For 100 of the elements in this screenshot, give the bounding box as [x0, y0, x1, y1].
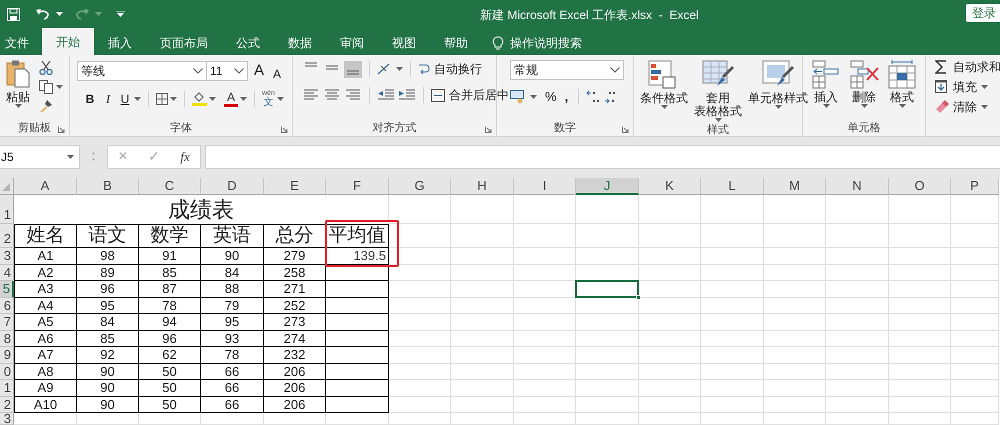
scissors-icon[interactable] — [39, 61, 53, 75]
caret-icon[interactable] — [56, 85, 63, 89]
fill-color-icon[interactable] — [192, 91, 207, 106]
row-header[interactable]: 4 — [0, 265, 14, 281]
caret-icon[interactable] — [822, 104, 830, 108]
merge-center-button[interactable]: 合并后居中 — [431, 86, 509, 104]
empty-cell[interactable] — [326, 298, 389, 314]
font-color-button[interactable]: A — [224, 90, 238, 106]
grow-font-button[interactable]: A — [254, 60, 268, 82]
row-header[interactable]: 5 — [0, 281, 14, 298]
editing-button[interactable]: 清除 — [935, 99, 1000, 115]
ribbon-tab[interactable]: 公式 — [222, 31, 274, 55]
cells-button[interactable]: 插入 — [809, 60, 843, 120]
font-size-dropdown[interactable]: 11 — [207, 61, 248, 82]
empty-cell[interactable] — [326, 364, 389, 380]
column-header[interactable]: L — [701, 178, 764, 195]
column-header[interactable]: I — [514, 178, 576, 195]
lightbulb-icon[interactable] — [492, 36, 504, 50]
caret-icon[interactable] — [898, 104, 906, 108]
bottom-align-icon[interactable] — [344, 60, 362, 78]
dialog-launcher-icon[interactable] — [485, 126, 492, 133]
bold-button[interactable]: B — [82, 90, 98, 108]
caret-icon[interactable] — [240, 96, 247, 100]
caret-icon[interactable] — [209, 96, 216, 100]
undo-icon[interactable] — [36, 8, 50, 20]
increase-decimal-icon[interactable] — [586, 90, 600, 104]
column-header[interactable]: C — [139, 178, 201, 195]
grip-icon[interactable] — [92, 152, 95, 161]
column-header[interactable]: K — [639, 178, 701, 195]
column-header[interactable]: B — [77, 178, 139, 195]
caret-icon[interactable] — [774, 105, 782, 109]
editing-button[interactable]: 填充 — [935, 79, 1000, 95]
sign-in-button[interactable]: 登录 — [966, 4, 1000, 22]
row-header[interactable]: 9 — [0, 347, 14, 364]
tell-me-search[interactable]: 操作说明搜索 — [510, 34, 582, 52]
wrap-text-button[interactable]: 自动换行 — [418, 60, 482, 78]
shrink-font-button[interactable]: A — [273, 64, 286, 82]
caret-icon[interactable] — [134, 96, 141, 100]
empty-cell[interactable] — [326, 265, 389, 281]
ribbon-tab[interactable]: 页面布局 — [146, 31, 222, 55]
row-header[interactable]: 6 — [0, 298, 14, 314]
row-header[interactable]: 1 — [0, 380, 14, 397]
save-icon[interactable] — [7, 8, 20, 20]
number-format-dropdown[interactable]: 常规 — [510, 60, 624, 80]
name-box[interactable]: J5 — [0, 144, 80, 168]
column-header[interactable]: H — [451, 178, 514, 195]
format-painter-icon[interactable] — [39, 99, 53, 113]
paste-button[interactable]: 粘贴 — [3, 60, 33, 120]
font-name-dropdown[interactable]: 等线 — [77, 61, 207, 82]
empty-cell[interactable] — [326, 380, 389, 397]
empty-cell[interactable] — [326, 331, 389, 347]
column-header[interactable]: D — [201, 178, 264, 195]
caret-icon[interactable] — [714, 118, 722, 122]
empty-cell[interactable] — [326, 397, 389, 413]
ribbon-tab[interactable]: 开始 — [42, 28, 94, 55]
decrease-indent-icon[interactable] — [377, 88, 395, 102]
column-header[interactable]: J — [576, 178, 639, 195]
style-button[interactable]: 条件格式 — [637, 60, 691, 122]
caret-icon[interactable] — [860, 104, 868, 108]
row-header[interactable]: 0 — [0, 364, 14, 380]
redo-icon[interactable] — [75, 8, 89, 20]
style-button[interactable]: 套用 表格格式 — [691, 60, 745, 122]
comma-button[interactable]: , — [564, 87, 568, 106]
fill-handle[interactable] — [636, 295, 641, 300]
customize-icon[interactable] — [116, 11, 125, 17]
column-header[interactable]: O — [889, 178, 951, 195]
copy-icon[interactable] — [39, 80, 53, 94]
select-all-icon[interactable] — [2, 183, 10, 191]
row-header[interactable]: 1 — [0, 195, 14, 224]
borders-icon[interactable] — [156, 92, 168, 104]
dialog-launcher-icon[interactable] — [58, 126, 65, 133]
column-header[interactable]: M — [764, 178, 826, 195]
row-header[interactable]: 3 — [0, 248, 14, 265]
caret-icon[interactable] — [276, 96, 284, 100]
empty-cell[interactable] — [326, 347, 389, 364]
cells-button[interactable]: 删除 — [847, 60, 881, 120]
ribbon-tab[interactable]: 文件 — [0, 31, 34, 55]
column-header[interactable]: P — [951, 178, 999, 195]
style-button[interactable]: 单元格样式 — [745, 60, 811, 122]
ribbon-tab[interactable]: 插入 — [94, 31, 146, 55]
ribbon-tab[interactable]: 视图 — [378, 31, 430, 55]
dialog-launcher-icon[interactable] — [622, 126, 629, 133]
ribbon-tab[interactable]: 数据 — [274, 31, 326, 55]
row-header[interactable]: 3 — [0, 413, 14, 425]
dialog-launcher-icon[interactable] — [281, 126, 288, 133]
active-cell[interactable] — [575, 280, 639, 298]
underline-button[interactable]: U — [118, 90, 132, 108]
cells-button[interactable]: 格式 — [885, 60, 919, 120]
insert-function-button[interactable]: fx — [180, 146, 190, 166]
empty-cell[interactable] — [326, 281, 389, 298]
column-header[interactable]: F — [326, 178, 389, 195]
empty-cell[interactable] — [326, 314, 389, 331]
accounting-icon[interactable] — [510, 90, 526, 104]
column-header[interactable]: E — [264, 178, 326, 195]
row-header[interactable]: 7 — [0, 314, 14, 331]
column-header[interactable]: A — [14, 178, 77, 195]
ribbon-tab[interactable]: 审阅 — [326, 31, 378, 55]
caret-icon[interactable] — [170, 96, 177, 100]
align-center-icon[interactable] — [323, 88, 341, 102]
ribbon-tab[interactable]: 帮助 — [430, 31, 482, 55]
